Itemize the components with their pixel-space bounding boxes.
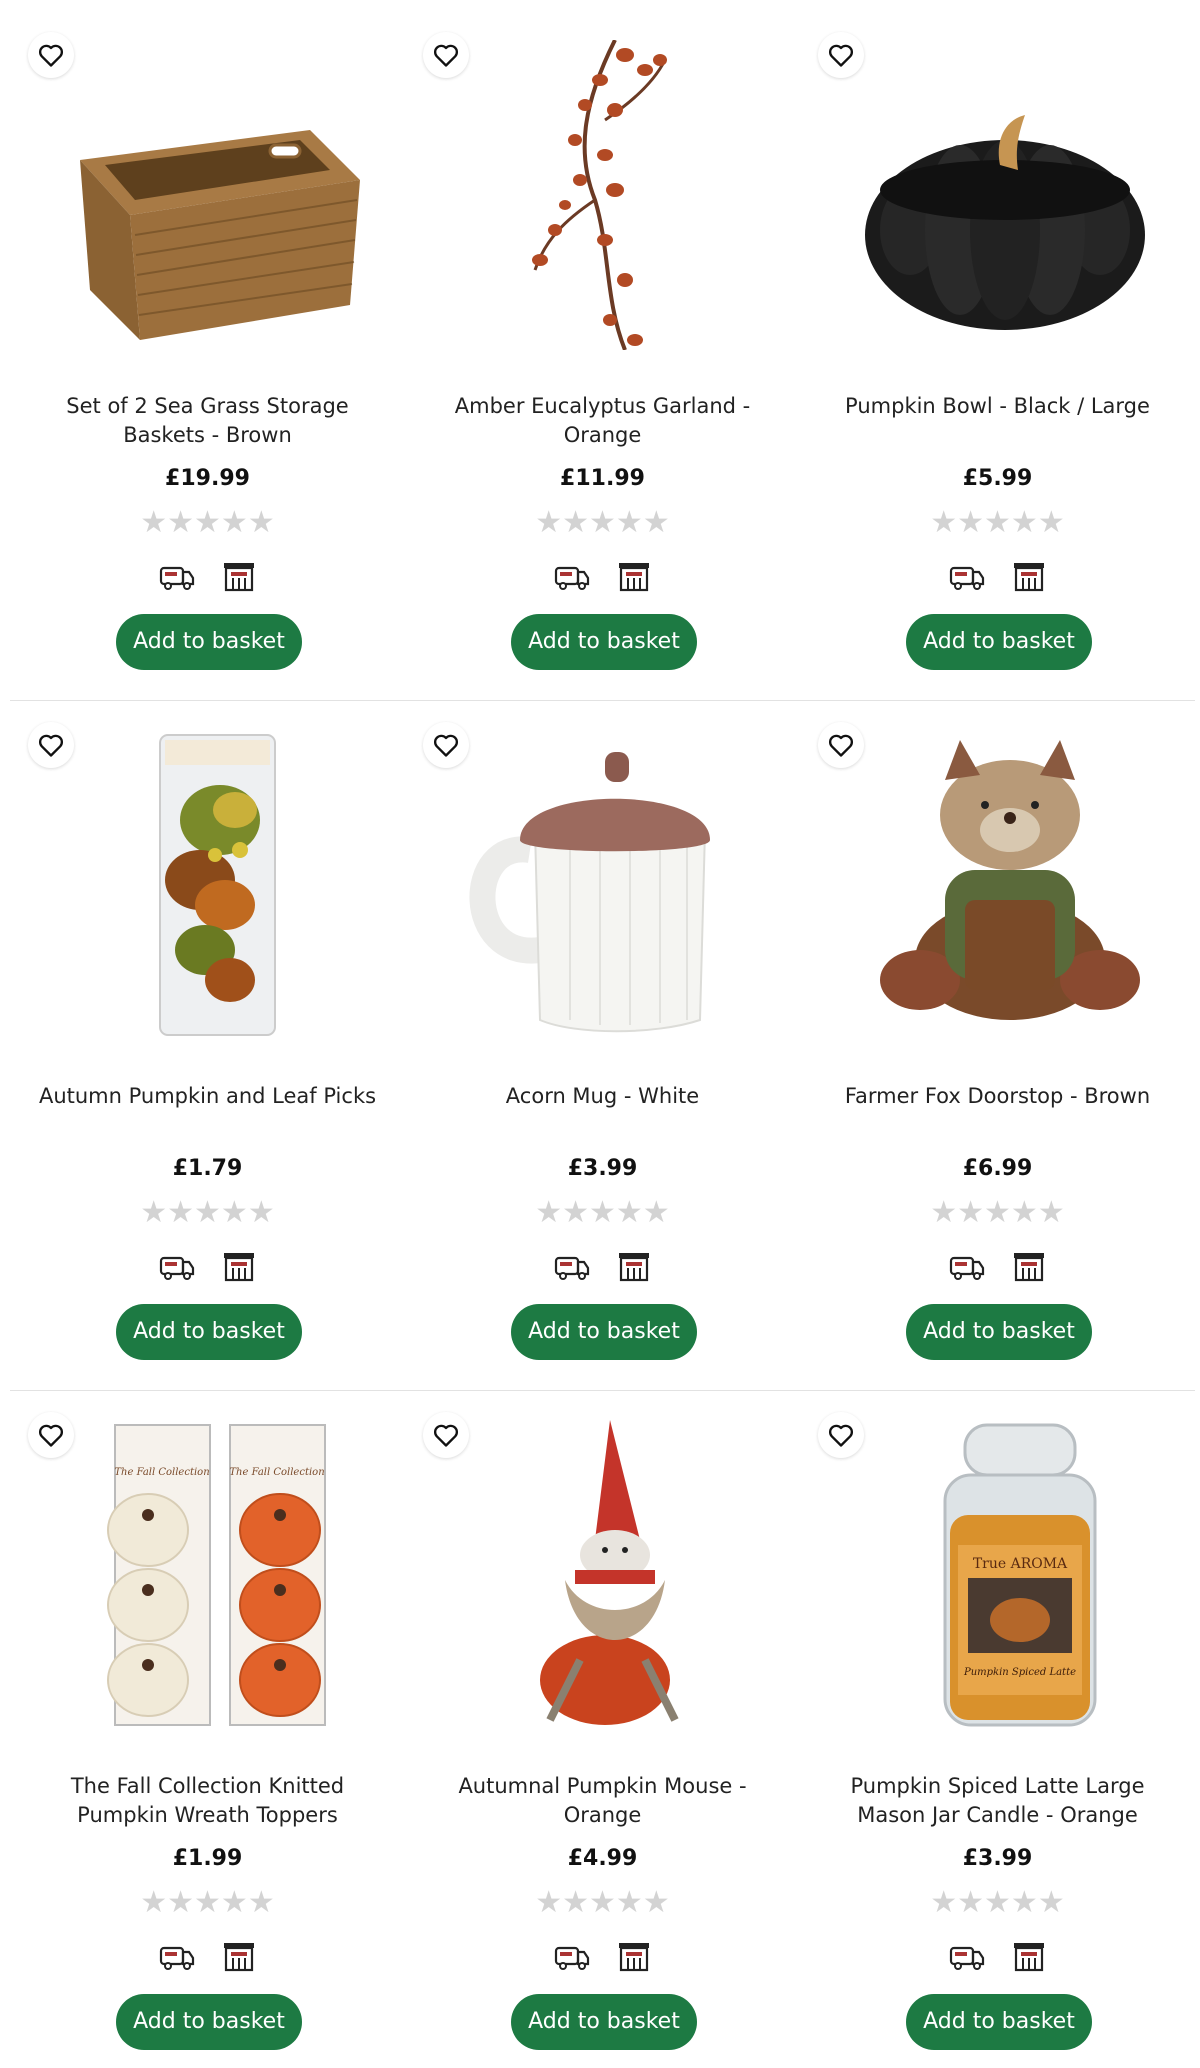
candle-brand-label: True AROMA [973,1556,1068,1572]
product-image-pumpkin-mouse[interactable] [455,1420,770,1730]
product-row: Autumn Pumpkin and Leaf Picks £1.79 ★★★★… [0,690,1200,1391]
delivery-van-icon [554,1940,590,1972]
product-card: Amber Eucalyptus Garland - Orange £11.99… [405,0,800,690]
product-price: £6.99 [962,1156,1033,1181]
rating-stars: ★★★★★ [535,505,670,540]
rating-stars: ★★★★★ [930,1195,1065,1230]
product-image-eucalyptus-garland[interactable] [455,40,770,350]
product-grid: Set of 2 Sea Grass Storage Baskets - Bro… [0,0,1200,2068]
product-price: £1.99 [172,1846,243,1871]
rating-stars: ★★★★★ [930,1885,1065,1920]
product-image-candle[interactable]: True AROMA Pumpkin Spiced Latte [850,1420,1165,1730]
product-row: Set of 2 Sea Grass Storage Baskets - Bro… [0,0,1200,701]
delivery-van-icon [949,1940,985,1972]
product-image-pumpkin-bowl[interactable] [850,40,1165,350]
availability-icons [405,1250,800,1282]
rating-stars: ★★★★★ [140,1885,275,1920]
delivery-van-icon [159,560,195,592]
add-to-basket-button[interactable]: Add to basket [906,614,1092,670]
product-image-leaf-picks[interactable] [60,730,375,1040]
product-price: £19.99 [165,466,250,491]
delivery-van-icon [159,1940,195,1972]
product-title[interactable]: Pumpkin Spiced Latte Large Mason Jar Can… [815,1772,1180,1836]
store-icon [616,560,652,592]
product-card: Autumnal Pumpkin Mouse - Orange £4.99 ★★… [405,1380,800,2068]
add-to-basket-button[interactable]: Add to basket [116,1304,302,1360]
rating-stars: ★★★★★ [140,505,275,540]
delivery-van-icon [554,560,590,592]
store-icon [1011,1940,1047,1972]
delivery-van-icon [159,1250,195,1282]
product-price: £5.99 [962,466,1033,491]
add-to-basket-button[interactable]: Add to basket [511,1994,697,2050]
store-icon [221,560,257,592]
product-card: Set of 2 Sea Grass Storage Baskets - Bro… [10,0,405,690]
rating-stars: ★★★★★ [535,1195,670,1230]
delivery-van-icon [949,560,985,592]
store-icon [616,1250,652,1282]
rating-stars: ★★★★★ [535,1885,670,1920]
product-price: £3.99 [567,1156,638,1181]
add-to-basket-button[interactable]: Add to basket [511,1304,697,1360]
product-price: £3.99 [962,1846,1033,1871]
availability-icons [800,560,1195,592]
availability-icons [10,560,405,592]
product-card: True AROMA Pumpkin Spiced Latte Pumpkin … [800,1380,1195,2068]
product-title[interactable]: Farmer Fox Doorstop - Brown [815,1082,1180,1146]
product-image-fox-doorstop[interactable] [850,730,1165,1040]
product-price: £1.79 [172,1156,243,1181]
product-card: The Fall Collection The Fall Collection … [10,1380,405,2068]
product-title[interactable]: Set of 2 Sea Grass Storage Baskets - Bro… [25,392,390,456]
product-card: Pumpkin Bowl - Black / Large £5.99 ★★★★★… [800,0,1195,690]
store-icon [221,1940,257,1972]
product-image-storage-baskets[interactable] [60,40,375,350]
add-to-basket-button[interactable]: Add to basket [906,1304,1092,1360]
delivery-van-icon [949,1250,985,1282]
store-icon [616,1940,652,1972]
availability-icons [800,1250,1195,1282]
candle-scent-label: Pumpkin Spiced Latte [963,1667,1076,1678]
store-icon [221,1250,257,1282]
delivery-van-icon [554,1250,590,1282]
availability-icons [405,1940,800,1972]
rating-stars: ★★★★★ [140,1195,275,1230]
product-card: Acorn Mug - White £3.99 ★★★★★ Add to bas… [405,690,800,1380]
availability-icons [10,1940,405,1972]
product-row: The Fall Collection The Fall Collection … [0,1380,1200,2068]
packaging-label: The Fall Collection [114,1467,209,1478]
product-image-knitted-pumpkins[interactable]: The Fall Collection The Fall Collection [60,1420,375,1730]
product-price: £4.99 [567,1846,638,1871]
add-to-basket-button[interactable]: Add to basket [116,1994,302,2050]
product-price: £11.99 [560,466,645,491]
add-to-basket-button[interactable]: Add to basket [906,1994,1092,2050]
product-title[interactable]: Autumn Pumpkin and Leaf Picks [25,1082,390,1146]
availability-icons [10,1250,405,1282]
store-icon [1011,560,1047,592]
store-icon [1011,1250,1047,1282]
product-title[interactable]: Amber Eucalyptus Garland - Orange [420,392,785,456]
add-to-basket-button[interactable]: Add to basket [511,614,697,670]
availability-icons [405,560,800,592]
availability-icons [800,1940,1195,1972]
rating-stars: ★★★★★ [930,505,1065,540]
product-title[interactable]: The Fall Collection Knitted Pumpkin Wrea… [25,1772,390,1836]
product-card: Autumn Pumpkin and Leaf Picks £1.79 ★★★★… [10,690,405,1380]
product-title[interactable]: Pumpkin Bowl - Black / Large [815,392,1180,456]
product-title[interactable]: Autumnal Pumpkin Mouse - Orange [420,1772,785,1836]
add-to-basket-button[interactable]: Add to basket [116,614,302,670]
packaging-label: The Fall Collection [229,1467,324,1478]
product-card: Farmer Fox Doorstop - Brown £6.99 ★★★★★ … [800,690,1195,1380]
product-image-acorn-mug[interactable] [455,730,770,1040]
product-title[interactable]: Acorn Mug - White [420,1082,785,1146]
